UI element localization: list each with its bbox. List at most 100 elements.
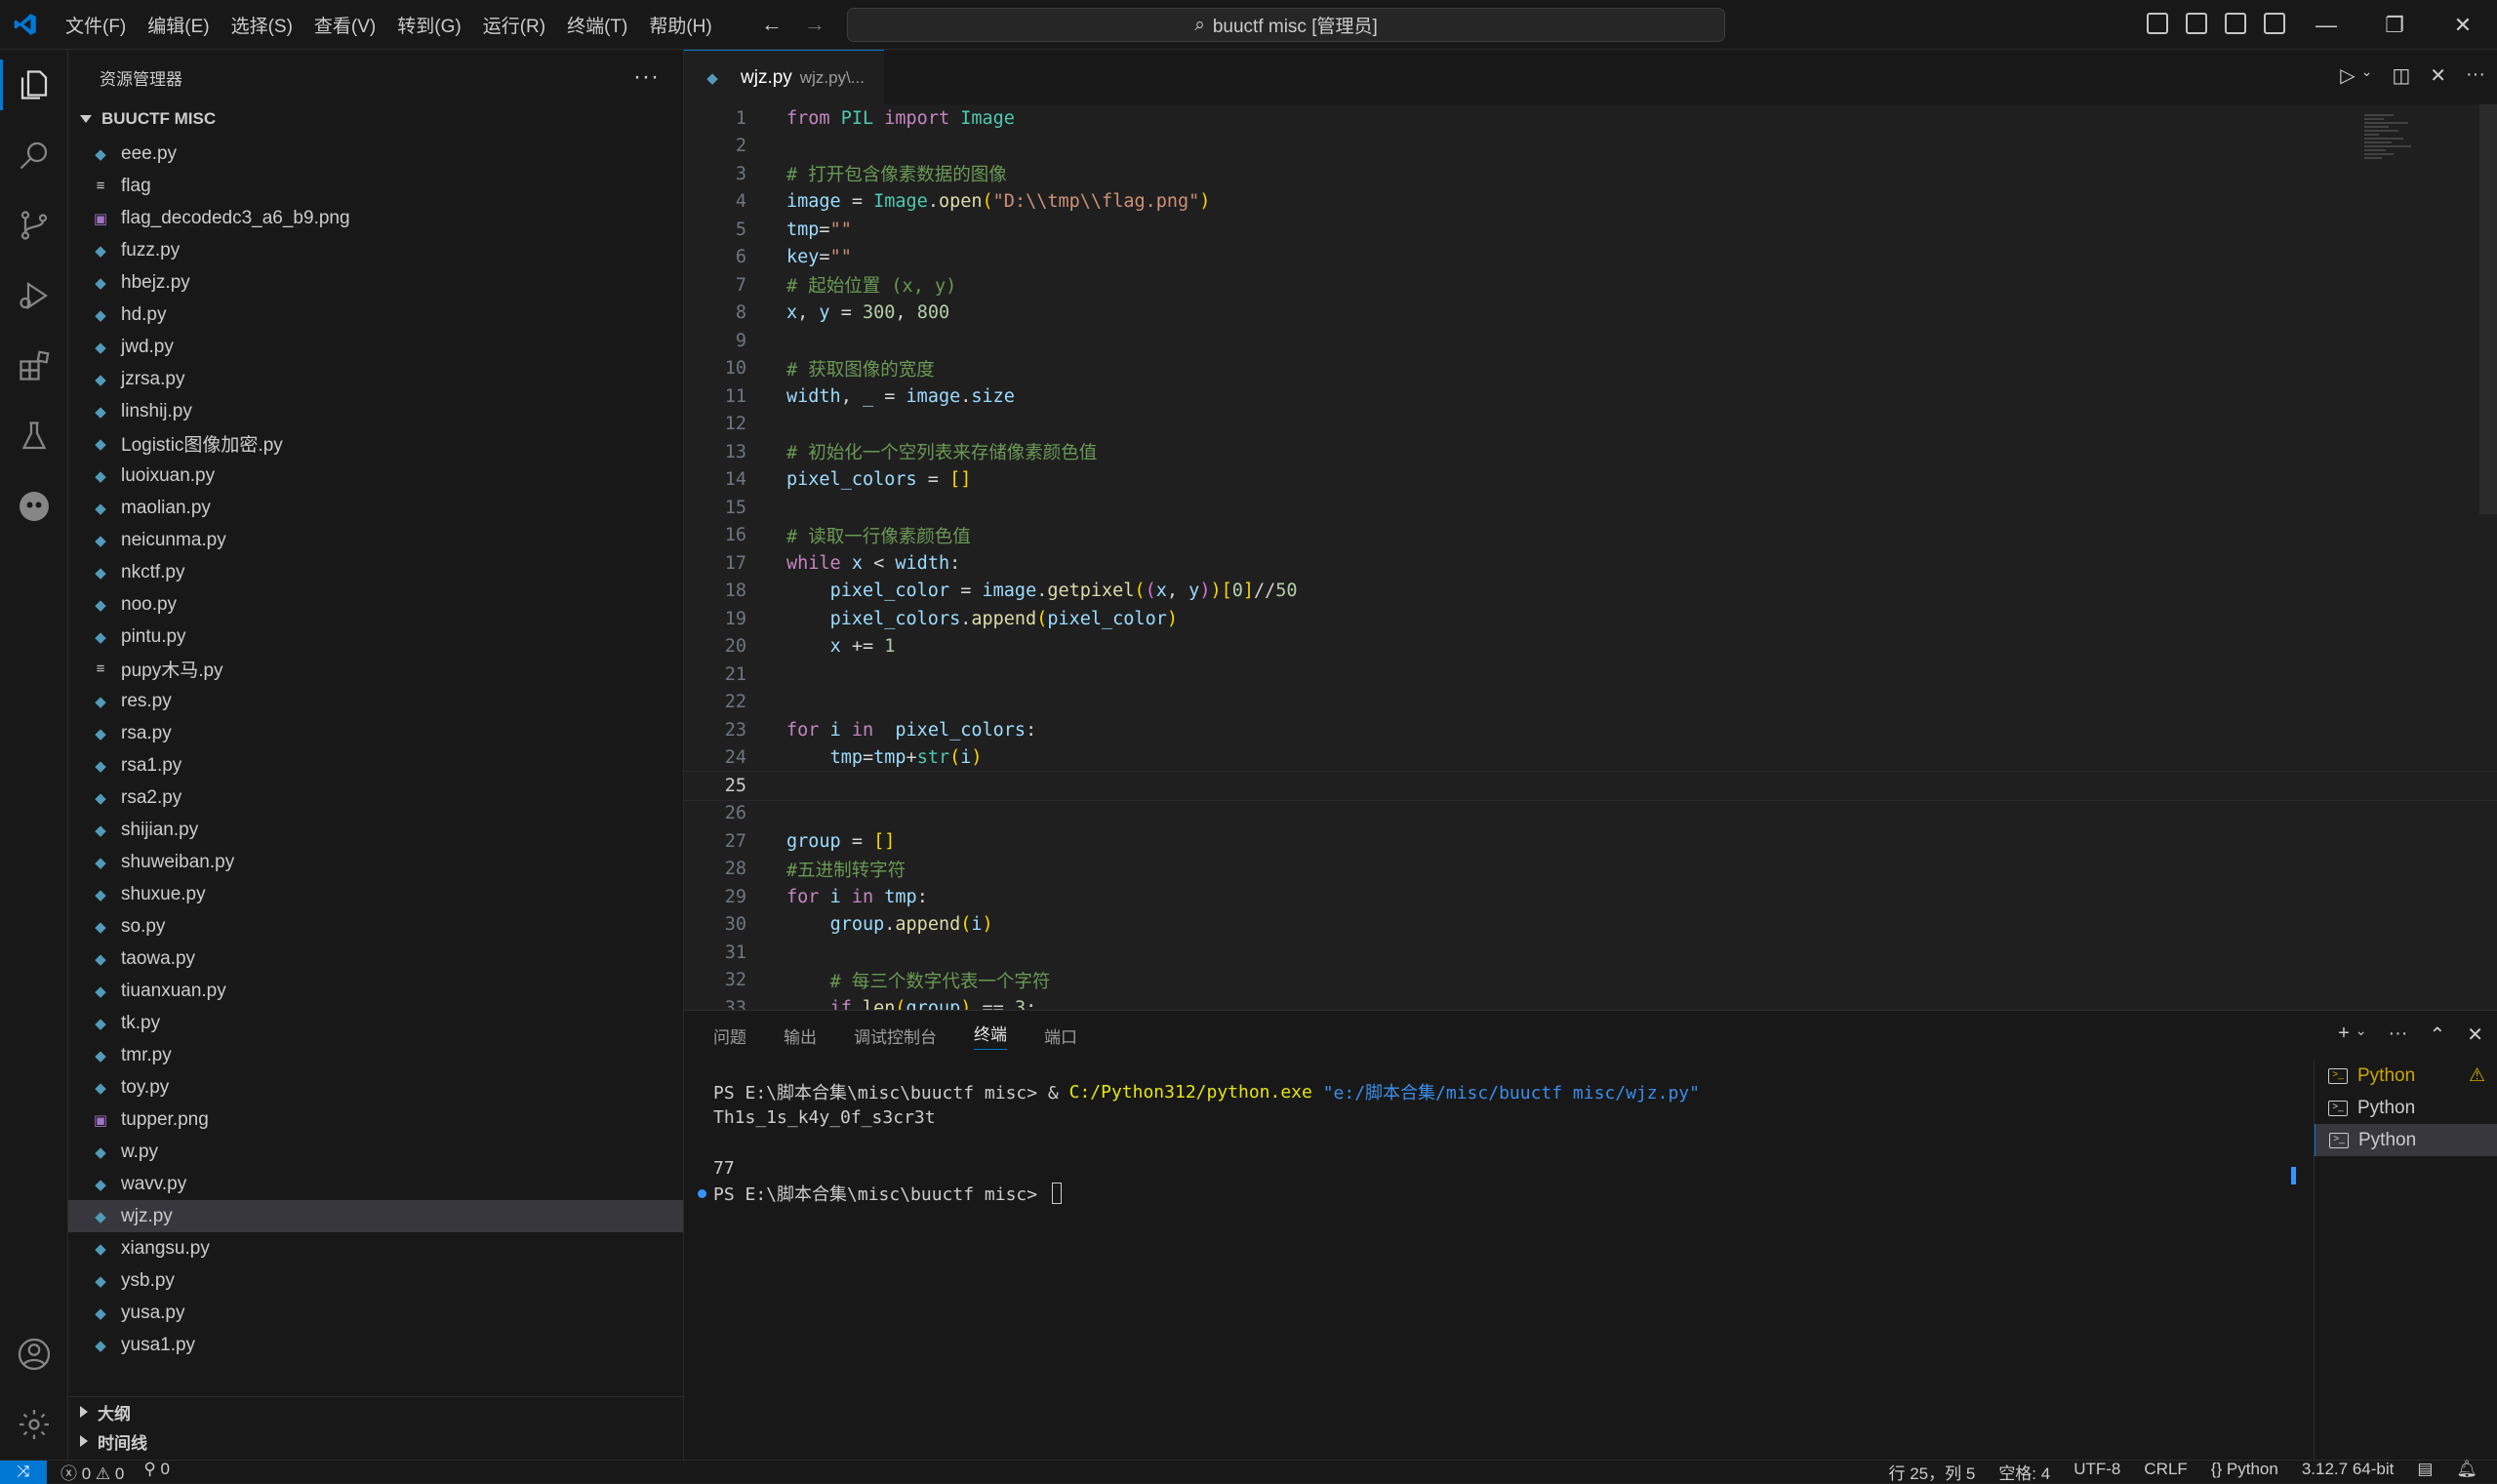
code-line[interactable]: 4 image = Image.open("D:\\tmp\\flag.png") (684, 188, 2497, 217)
more-actions-icon[interactable]: ··· (633, 63, 660, 91)
search-icon[interactable] (0, 120, 68, 190)
file-item[interactable]: ◆ toy.py (68, 1071, 683, 1103)
code-line[interactable]: 25 (684, 771, 2497, 801)
editor-scrollbar[interactable] (2479, 104, 2497, 514)
remote-indicator-icon[interactable]: ⤨ (0, 1460, 47, 1484)
terminal-instance[interactable]: >_ Python (2315, 1124, 2497, 1156)
code-line[interactable]: 3 # 打开包含像素数据的图像 (684, 160, 2497, 188)
code-line[interactable]: 15 (684, 494, 2497, 522)
code-line[interactable]: 2 (684, 133, 2497, 161)
file-item[interactable]: ◆ eee.py (68, 138, 683, 170)
menu-item[interactable]: 转到(G) (387, 8, 470, 42)
file-item[interactable]: ◆ wavv.py (68, 1168, 683, 1200)
split-editor-icon[interactable]: ◫ (2392, 63, 2410, 88)
maximize-panel-icon[interactable]: ⌃ (2429, 1023, 2445, 1047)
toggle-primary-sidebar-icon[interactable] (2147, 13, 2168, 34)
code-line[interactable]: 17 while x < width: (684, 549, 2497, 578)
code-line[interactable]: 19 pixel_colors.append(pixel_color) (684, 605, 2497, 633)
problems-status[interactable]: ⓧ 0 ⚠ 0 (60, 1460, 124, 1484)
file-item[interactable]: ◆ hbejz.py (68, 266, 683, 299)
file-item[interactable]: ◆ Logistic图像加密.py (68, 427, 683, 460)
file-item[interactable]: ◆ yusa1.py (68, 1329, 683, 1361)
github-copilot-icon[interactable] (0, 471, 68, 541)
file-item[interactable]: ◆ hd.py (68, 299, 683, 331)
cursor-position[interactable]: 行 25，列 5 (1889, 1460, 1976, 1484)
extensions-icon[interactable] (0, 331, 68, 401)
file-item[interactable]: ◆ taowa.py (68, 943, 683, 975)
file-item[interactable]: ◆ rsa.py (68, 717, 683, 749)
code-line[interactable]: 29 for i in tmp: (684, 883, 2497, 911)
file-item[interactable]: ≡ flag (68, 170, 683, 202)
terminal-instance[interactable]: >_ Python (2315, 1092, 2497, 1124)
command-decoration-icon[interactable] (698, 1188, 706, 1198)
command-center[interactable]: ⌕ buuctf misc [管理员] (847, 8, 1725, 42)
code-line[interactable]: 6 key="" (684, 244, 2497, 272)
run-python-icon[interactable]: ▷ (2340, 63, 2355, 88)
code-line[interactable]: 24 tmp=tmp+str(i) (684, 744, 2497, 773)
file-item[interactable]: ◆ pintu.py (68, 621, 683, 653)
close-panel-icon[interactable]: ✕ (2467, 1023, 2483, 1047)
menu-item[interactable]: 编辑(E) (138, 8, 219, 42)
file-item[interactable]: ◆ ysb.py (68, 1264, 683, 1297)
file-item[interactable]: ◆ jzrsa.py (68, 363, 683, 395)
explorer-icon[interactable] (0, 50, 68, 120)
code-line[interactable]: 33 if len(group) == 3: (684, 994, 2497, 1010)
file-item[interactable]: ◆ maolian.py (68, 492, 683, 524)
file-item[interactable]: ◆ shuxue.py (68, 878, 683, 910)
terminal-output[interactable]: PS E:\脚本合集\misc\buuctf misc> & C:/Python… (698, 1079, 1700, 1206)
code-line[interactable]: 11 width, _ = image.size (684, 382, 2497, 411)
code-view[interactable]: 1 from PIL import Image 2 3 # 打开包含像素数据的图像 4 im… (684, 104, 2497, 1010)
code-line[interactable]: 10 # 获取图像的宽度 (684, 355, 2497, 383)
code-line[interactable]: 32 # 每三个数字代表一个字符 (684, 967, 2497, 995)
testing-icon[interactable] (0, 401, 68, 471)
toggle-secondary-sidebar-icon[interactable] (2225, 13, 2246, 34)
code-line[interactable]: 22 (684, 689, 2497, 717)
account-icon[interactable] (0, 1319, 68, 1389)
close-editor-icon[interactable]: ✕ (2430, 63, 2446, 88)
menu-item[interactable]: 帮助(H) (639, 8, 721, 42)
more-actions-icon[interactable]: ··· (2388, 1023, 2407, 1047)
menu-item[interactable]: 选择(S) (222, 8, 302, 42)
code-line[interactable]: 1 from PIL import Image (684, 104, 2497, 133)
menu-item[interactable]: 终端(T) (557, 8, 637, 42)
file-item[interactable]: ◆ linshij.py (68, 395, 683, 427)
code-line[interactable]: 23 for i in pixel_colors: (684, 716, 2497, 744)
customize-layout-icon[interactable] (2264, 13, 2285, 34)
file-item[interactable]: ◆ res.py (68, 685, 683, 717)
file-item[interactable]: ◆ yusa.py (68, 1297, 683, 1329)
notifications-bell-icon[interactable]: 🔔︎ (2456, 1460, 2477, 1484)
code-line[interactable]: 13 # 初始化一个空列表来存储像素颜色值 (684, 438, 2497, 466)
new-terminal-icon[interactable]: + (2338, 1023, 2350, 1047)
code-line[interactable]: 12 (684, 411, 2497, 439)
file-item[interactable]: ◆ luoixuan.py (68, 460, 683, 492)
code-line[interactable]: 8 x, y = 300, 800 (684, 300, 2497, 328)
indentation[interactable]: 空格: 4 (1998, 1460, 2050, 1484)
file-item[interactable]: ◆ tk.py (68, 1007, 683, 1039)
terminal-instance[interactable]: >_ Python ⚠ (2315, 1060, 2497, 1092)
file-item[interactable]: ◆ tiuanxuan.py (68, 975, 683, 1007)
file-item[interactable]: ◆ shuweiban.py (68, 846, 683, 878)
folder-header[interactable]: BUUCTF MISC (68, 104, 683, 134)
file-item[interactable]: ◆ wjz.py (68, 1200, 683, 1232)
code-line[interactable]: 21 (684, 661, 2497, 689)
timeline-section[interactable]: 时间线 (68, 1426, 683, 1456)
file-item[interactable]: ◆ shijian.py (68, 814, 683, 846)
file-item[interactable]: ◆ fuzz.py (68, 234, 683, 266)
code-line[interactable]: 31 (684, 939, 2497, 967)
chevron-down-icon[interactable]: ⌄ (2356, 1023, 2367, 1047)
minimize-icon[interactable]: — (2292, 0, 2360, 50)
file-item[interactable]: ≡ pupy木马.py (68, 653, 683, 685)
manage-gear-icon[interactable] (0, 1389, 68, 1460)
forward-arrow-icon[interactable]: → (804, 12, 826, 37)
file-item[interactable]: ◆ nkctf.py (68, 556, 683, 588)
language-mode[interactable]: {} Python (2211, 1460, 2278, 1484)
close-window-icon[interactable]: ✕ (2429, 0, 2497, 50)
menu-item[interactable]: 查看(V) (304, 8, 385, 42)
code-line[interactable]: 30 group.append(i) (684, 911, 2497, 940)
file-icon[interactable]: ▤ (2417, 1460, 2433, 1484)
code-line[interactable]: 20 x += 1 (684, 633, 2497, 662)
file-item[interactable]: ◆ noo.py (68, 588, 683, 621)
file-item[interactable]: ◆ rsa2.py (68, 782, 683, 814)
code-line[interactable]: 9 (684, 327, 2497, 355)
source-control-icon[interactable] (0, 190, 68, 261)
